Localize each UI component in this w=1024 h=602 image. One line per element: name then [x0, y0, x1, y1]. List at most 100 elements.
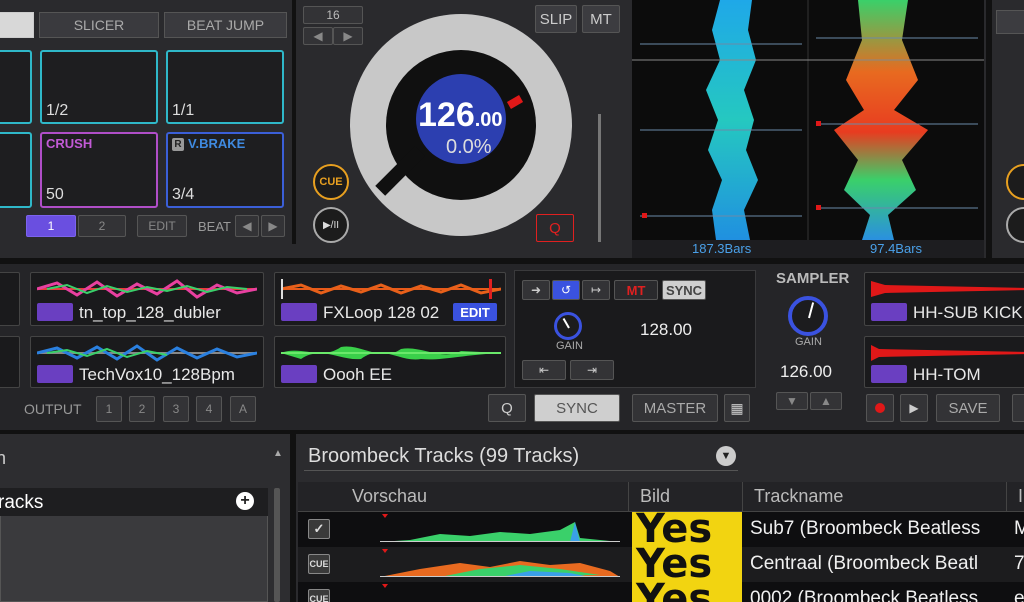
col-image[interactable]: Bild: [640, 486, 670, 507]
output-1-button[interactable]: 1: [96, 396, 122, 422]
pad-value: 3/4: [172, 186, 195, 203]
row-cue-icon[interactable]: CUE: [308, 589, 330, 602]
slot-color-tag: [871, 303, 907, 321]
loop-button[interactable]: ↺: [552, 280, 580, 300]
row-extra: e: [1014, 588, 1024, 602]
row-artwork: Yes: [632, 547, 742, 582]
jog-wheel[interactable]: 126 .00 0.0%: [350, 14, 572, 236]
loop-in-button[interactable]: ➜: [522, 280, 550, 300]
col-trackname[interactable]: Trackname: [754, 486, 843, 507]
loop-out-button[interactable]: ↦: [582, 280, 610, 300]
sampler-quantize-button[interactable]: Q: [488, 394, 526, 422]
loop-gain-knob[interactable]: [554, 312, 582, 340]
loop-size-down-button[interactable]: ◀: [303, 27, 333, 45]
row-check-icon[interactable]: ✓: [308, 519, 330, 539]
tree-scrollbar[interactable]: [274, 488, 280, 602]
playlist-menu-icon[interactable]: ▼: [716, 446, 736, 466]
sampler-bpm-down-button[interactable]: ▼: [776, 392, 808, 410]
mode-beatjump-button[interactable]: BEAT JUMP: [164, 12, 287, 38]
slot-name: tn_top_128_dubler: [79, 303, 221, 322]
grid-view-button[interactable]: ▦: [724, 394, 750, 422]
mode-slicer-button[interactable]: SLICER: [39, 12, 159, 38]
sampler-master-button[interactable]: MASTER: [632, 394, 718, 422]
pad-crush[interactable]: CRUSH 50: [40, 132, 158, 208]
col-extra[interactable]: I: [1018, 486, 1023, 507]
row-trackname: Sub7 (Broombeck Beatless: [750, 518, 981, 539]
loop-size-display: 16: [303, 6, 363, 24]
pad-page-2-button[interactable]: 2: [78, 215, 126, 237]
loop-mt-button[interactable]: MT: [614, 280, 658, 300]
sample-slot-3[interactable]: FXLoop 128 02 EDIT: [274, 272, 506, 326]
sampler-extra-button[interactable]: [1012, 394, 1024, 422]
pad-partial-2[interactable]: [0, 132, 32, 208]
right-cue-button[interactable]: [1006, 164, 1024, 200]
pad-partial-1[interactable]: [0, 50, 32, 124]
pad-vbrake[interactable]: R V.BRAKE 3/4: [166, 132, 284, 208]
output-a-button[interactable]: A: [230, 396, 256, 422]
slot-name: Oooh EE: [323, 365, 392, 384]
row-preview-waveform: [380, 549, 620, 577]
col-preview[interactable]: Vorschau: [352, 486, 427, 507]
pitch-slider-track[interactable]: [598, 114, 601, 242]
table-row[interactable]: ✓ Yes Sub7 (Broombeck Beatless M: [298, 512, 1024, 547]
master-tempo-button[interactable]: MT: [582, 5, 620, 33]
sampler-sync-button[interactable]: SYNC: [534, 394, 620, 422]
sample-slot-2[interactable]: TechVox10_128Bpm: [30, 336, 264, 388]
tree-header: n: [0, 448, 7, 468]
pad-2[interactable]: 1/1: [166, 50, 284, 124]
beat-left-button[interactable]: ◀: [235, 215, 259, 237]
right-play-button[interactable]: [1006, 207, 1024, 243]
sampler-bpm-up-button[interactable]: ▲: [810, 392, 842, 410]
sample-slot-6[interactable]: HH-TOM: [864, 336, 1024, 388]
pad-value: 1/2: [46, 102, 69, 119]
quantize-button[interactable]: Q: [536, 214, 574, 242]
slot-edit-button[interactable]: EDIT: [453, 303, 497, 321]
add-playlist-icon[interactable]: +: [236, 492, 254, 510]
loop-shift-left-button[interactable]: ⇤: [522, 360, 566, 380]
divider: [292, 0, 296, 244]
loop-shift-right-button[interactable]: ⇥: [570, 360, 614, 380]
pad-edit-button[interactable]: EDIT: [137, 215, 187, 237]
browser-tree: n ▲ racks +: [0, 434, 290, 602]
row-cue-icon[interactable]: CUE: [308, 554, 330, 574]
slot-color-tag: [871, 365, 907, 383]
tree-item-tracks[interactable]: racks +: [0, 488, 268, 516]
loop-sync-button[interactable]: SYNC: [662, 280, 706, 300]
play-pause-button[interactable]: ▶/II: [313, 207, 349, 243]
bpm-decimal: .00: [474, 109, 503, 131]
divider: [304, 470, 738, 471]
bars-right: 97.4Bars: [870, 241, 923, 256]
table-row[interactable]: CUE Yes Centraal (Broombeck Beatl 7: [298, 547, 1024, 582]
row-artwork-text: Yes: [636, 547, 713, 582]
sample-slot-1[interactable]: tn_top_128_dubler: [30, 272, 264, 326]
record-button[interactable]: [866, 394, 894, 422]
sample-slot-5[interactable]: HH-SUB KICK: [864, 272, 1024, 326]
sampler-save-button[interactable]: SAVE: [936, 394, 1000, 422]
row-trackname: 0002 (Broombeck Beatless: [750, 588, 979, 602]
output-3-button[interactable]: 3: [163, 396, 189, 422]
sampler-gain-knob[interactable]: [788, 296, 828, 336]
loop-bpm: 128.00: [640, 320, 692, 339]
row-artwork: Yes: [632, 582, 742, 602]
pad-page-1-button[interactable]: 1: [26, 215, 76, 237]
waveform-panel[interactable]: 187.3Bars 97.4Bars: [632, 0, 984, 258]
slot-partial[interactable]: [0, 336, 20, 388]
slot-waveform: [281, 346, 501, 360]
mode-hotcue-button[interactable]: [0, 12, 34, 38]
bpm-integer: 126: [418, 96, 475, 134]
slot-partial[interactable]: [0, 272, 20, 326]
right-deck-button[interactable]: [996, 10, 1024, 34]
pad-1[interactable]: 1/2: [40, 50, 158, 124]
slot-waveform: [37, 344, 257, 362]
sample-slot-4[interactable]: Oooh EE: [274, 336, 506, 388]
output-4-button[interactable]: 4: [196, 396, 222, 422]
slot-color-tag: [37, 303, 73, 321]
cue-button[interactable]: CUE: [313, 164, 349, 200]
beat-right-button[interactable]: ▶: [261, 215, 285, 237]
tree-scroll-up-icon[interactable]: ▲: [273, 448, 283, 459]
table-row[interactable]: CUE Yes 0002 (Broombeck Beatless e: [298, 582, 1024, 602]
loop-size-up-button[interactable]: ▶: [333, 27, 363, 45]
sampler-play-button[interactable]: ▶: [900, 394, 928, 422]
output-2-button[interactable]: 2: [129, 396, 155, 422]
slip-button[interactable]: SLIP: [535, 5, 577, 33]
